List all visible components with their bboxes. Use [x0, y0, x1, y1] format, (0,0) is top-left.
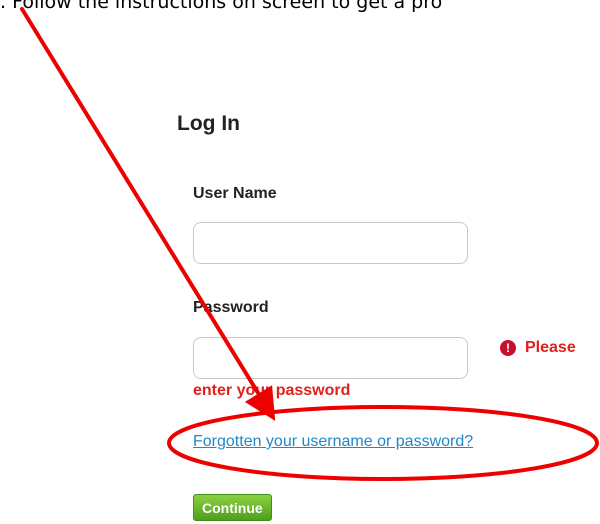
page-title: Log In — [177, 112, 240, 135]
instruction-text: . Follow the instructions on screen to g… — [0, 0, 443, 13]
username-field[interactable] — [193, 222, 468, 264]
forgot-credentials-link[interactable]: Forgotten your username or password? — [193, 433, 473, 451]
password-label: Password — [193, 299, 269, 316]
tutorial-screenshot: . Follow the instructions on screen to g… — [0, 0, 600, 524]
password-error-text-continued: enter your password — [193, 382, 351, 399]
username-label: User Name — [193, 185, 277, 202]
password-error-text: Please — [525, 339, 576, 356]
error-icon: ! — [500, 340, 516, 356]
password-error: ! Please — [500, 339, 576, 357]
continue-button[interactable]: Continue — [193, 494, 272, 521]
password-field[interactable] — [193, 337, 468, 379]
